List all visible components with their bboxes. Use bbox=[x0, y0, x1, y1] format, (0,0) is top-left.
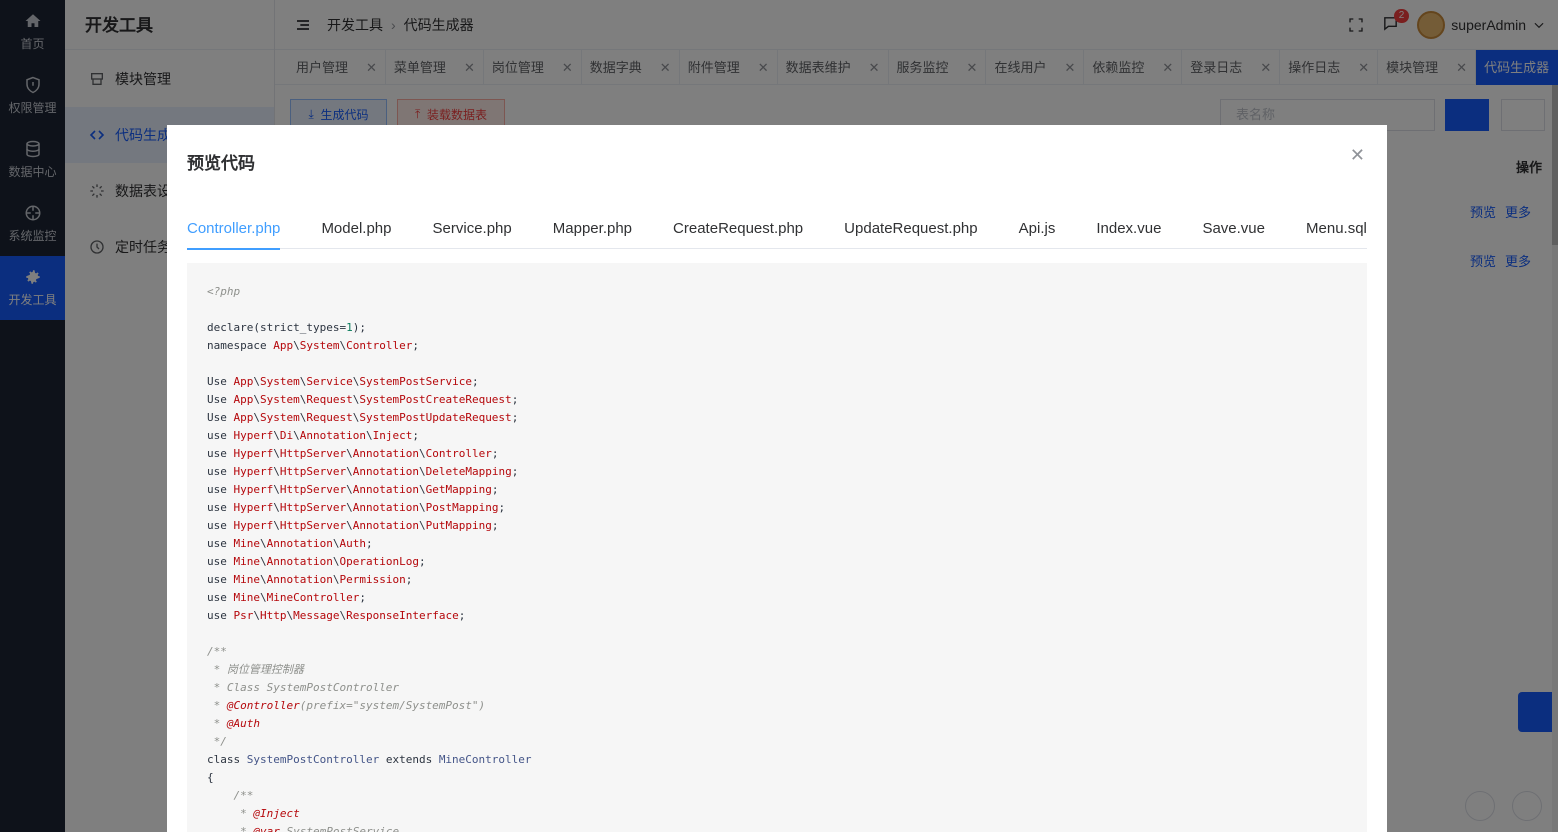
code-file-tab[interactable]: UpdateRequest.php bbox=[844, 217, 977, 249]
code-file-tab[interactable]: Index.vue bbox=[1096, 217, 1161, 249]
code-file-tabs: Controller.php Model.php Service.php Mapper… bbox=[187, 217, 1367, 250]
code-file-tab[interactable]: Api.js bbox=[1019, 217, 1056, 249]
code-file-tab[interactable]: Service.php bbox=[433, 217, 512, 249]
code-viewer: <?php declare(strict_types=1); namespace… bbox=[187, 263, 1367, 832]
code-file-tab[interactable]: CreateRequest.php bbox=[673, 217, 803, 249]
dialog-title: 预览代码 bbox=[187, 154, 255, 173]
code-file-tab[interactable]: Mapper.php bbox=[553, 217, 632, 249]
preview-code-dialog: 预览代码 ✕ Controller.php Model.php Service.ph… bbox=[167, 125, 1387, 832]
close-icon[interactable]: ✕ bbox=[1350, 145, 1365, 166]
code-file-tab[interactable]: Save.vue bbox=[1202, 217, 1265, 249]
code-file-tab[interactable]: Model.php bbox=[321, 217, 391, 249]
code-file-tab[interactable]: Menu.sql bbox=[1306, 217, 1367, 249]
code-file-tab[interactable]: Controller.php bbox=[187, 217, 281, 250]
